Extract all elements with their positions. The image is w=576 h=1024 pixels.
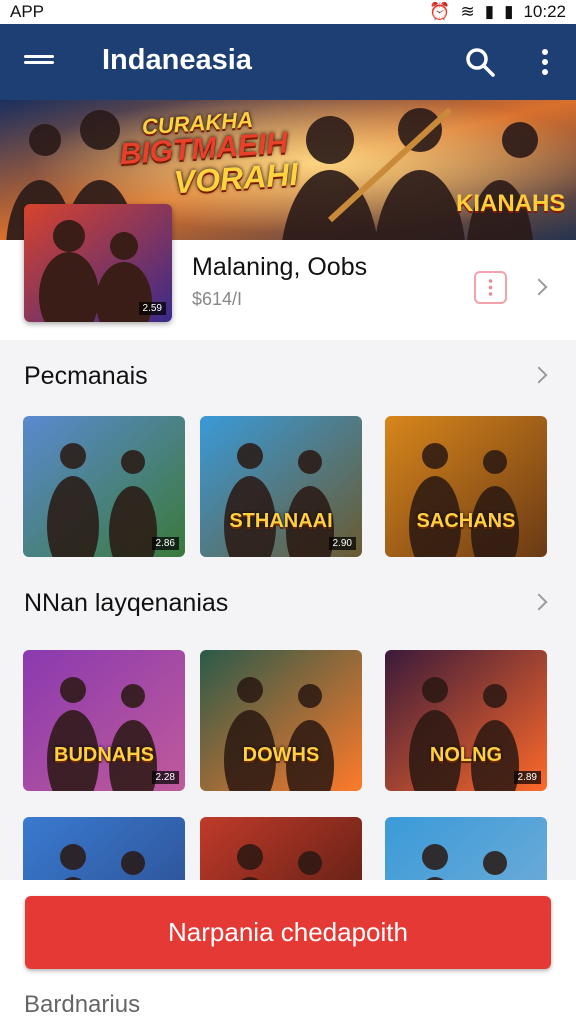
card-price-tag: 2.89	[513, 771, 541, 784]
cta-button[interactable]: Narpania chedapoith	[25, 896, 551, 969]
more-options-icon[interactable]	[540, 46, 550, 78]
section-1-chevron-icon[interactable]	[530, 366, 548, 384]
featured-thumbnail[interactable]: 2.59	[24, 204, 172, 322]
card-title: BUDNAHS	[54, 744, 154, 766]
banner-headline: CURAKHA BIGTMAEIH VORAHI	[118, 106, 300, 201]
featured-options-button[interactable]	[474, 271, 507, 304]
card-price-tag: 2.90	[328, 537, 356, 550]
game-card[interactable]: NOLNG 2.89	[385, 650, 547, 791]
vertical-dots-icon	[488, 279, 493, 296]
app-bar: Indaneasia	[0, 24, 576, 100]
card-title: NOLNG	[429, 744, 503, 766]
featured-subtitle: $614/I	[192, 289, 243, 309]
status-time: 10:22	[523, 2, 566, 21]
alarm-icon: ⏰	[429, 2, 451, 21]
section-title-1: Pecmanais	[24, 362, 148, 390]
signal-icon: ▮	[484, 2, 495, 21]
app-title: Indaneasia	[102, 44, 252, 76]
card-title: DOWHS	[242, 744, 320, 766]
status-bar: APP ⏰ ≋ ▮ ▮ 10:22	[0, 0, 576, 24]
wifi-icon: ≋	[460, 2, 475, 21]
card-title: SACHANS	[416, 510, 516, 532]
game-card[interactable]: 2.86	[23, 416, 185, 557]
game-card[interactable]: STHANAAI 2.90	[200, 416, 362, 557]
section-title-2: NNan layqenanias	[24, 589, 229, 617]
status-app-label: APP	[10, 2, 45, 21]
featured-price-tag: 2.59	[138, 302, 166, 315]
game-card[interactable]: DOWHS	[200, 650, 362, 791]
footer-label[interactable]: Bardnarius	[24, 991, 140, 1019]
card-price-tag: 2.86	[151, 537, 179, 550]
battery-icon: ▮	[504, 2, 514, 21]
game-card[interactable]: SACHANS	[385, 416, 547, 557]
card-title: STHANAAI	[229, 510, 333, 532]
game-card[interactable]: BUDNAHS 2.28	[23, 650, 185, 791]
banner-logo: KIANAHS	[456, 190, 566, 217]
menu-icon[interactable]	[24, 52, 54, 72]
card-price-tag: 2.28	[151, 771, 179, 784]
section-2-chevron-icon[interactable]	[530, 593, 548, 611]
search-icon[interactable]	[464, 46, 496, 78]
featured-title: Malaning, Oobs	[192, 253, 368, 281]
